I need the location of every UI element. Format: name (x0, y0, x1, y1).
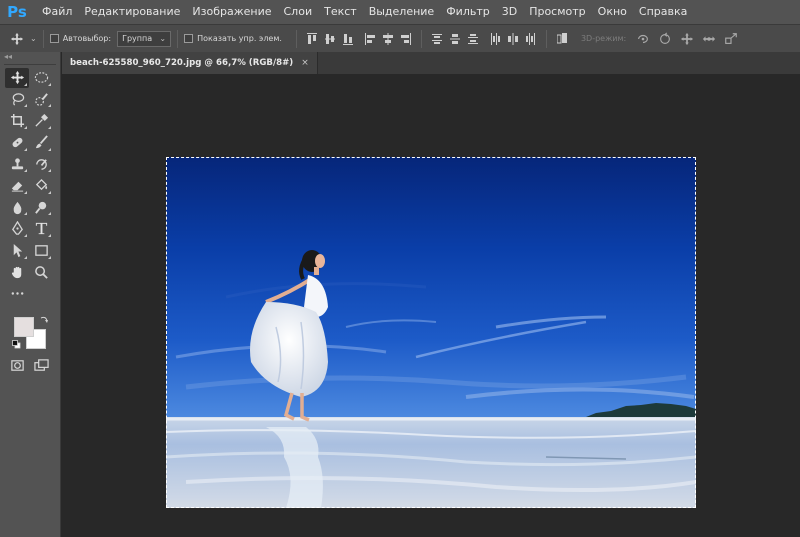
auto-align-layers-icon[interactable] (556, 32, 567, 46)
menu-edit[interactable]: Редактирование (78, 0, 186, 24)
photoshop-logo: Ps (7, 3, 27, 21)
distribute-top-icon[interactable] (431, 32, 442, 46)
align-right-icon[interactable] (400, 32, 411, 46)
menu-layers[interactable]: Слои (278, 0, 319, 24)
document-tab-title: beach-625580_960_720.jpg @ 66,7% (RGB/8#… (70, 58, 294, 68)
distribute-vertical-center-icon[interactable] (449, 32, 460, 46)
show-transform-controls-checkbox[interactable]: Показать упр. элем. (184, 34, 282, 43)
default-colors-icon[interactable] (12, 339, 21, 349)
align-bottom-icon[interactable] (342, 32, 353, 46)
autoselect-target-value: Группа (122, 34, 153, 43)
menu-image[interactable]: Изображение (186, 0, 277, 24)
document-tab[interactable]: beach-625580_960_720.jpg @ 66,7% (RGB/8#… (62, 52, 318, 74)
show-transform-checkbox-box[interactable] (184, 34, 194, 43)
chevron-down-icon[interactable]: ⌄ (30, 34, 37, 43)
menu-type[interactable]: Текст (318, 0, 363, 24)
menu-filter[interactable]: Фильтр (440, 0, 496, 24)
mode-3d-label: 3D-режим: (580, 34, 627, 43)
close-icon[interactable]: × (301, 58, 309, 68)
crop-icon[interactable] (5, 111, 29, 131)
pen-icon[interactable] (5, 219, 29, 239)
scale-3d-icon[interactable] (724, 32, 738, 46)
options-divider (177, 29, 179, 48)
roll-3d-icon[interactable] (658, 32, 672, 46)
options-divider (295, 29, 297, 48)
foreground-color-swatch[interactable] (14, 316, 34, 337)
autoselect-checkbox-box[interactable] (49, 34, 59, 43)
type-icon[interactable] (29, 219, 53, 239)
toolbar-divider (4, 64, 56, 65)
menu-file[interactable]: Файл (36, 0, 78, 24)
menu-view[interactable]: Просмотр (523, 0, 591, 24)
dodge-icon[interactable] (29, 197, 53, 217)
quick-mask-icon[interactable] (5, 356, 29, 376)
options-bar: ⌄ Автовыбор: Группа ⌄ Показать упр. элем… (0, 24, 800, 52)
history-brush-icon[interactable] (29, 154, 53, 174)
drag-3d-icon[interactable] (680, 32, 694, 46)
autoselect-label: Автовыбор: (62, 34, 112, 43)
align-top-icon[interactable] (306, 32, 317, 46)
clone-stamp-icon[interactable] (5, 154, 29, 174)
align-left-icon[interactable] (364, 32, 375, 46)
menu-bar: Ps Файл Редактирование Изображение Слои … (0, 0, 800, 24)
menu-help[interactable]: Справка (633, 0, 693, 24)
menu-3d[interactable]: 3D (496, 0, 523, 24)
rotate-3d-icon[interactable] (636, 32, 650, 46)
autoselect-checkbox[interactable]: Автовыбор: (49, 34, 112, 43)
document-tab-bar: beach-625580_960_720.jpg @ 66,7% (RGB/8#… (62, 52, 800, 74)
document-image[interactable] (166, 157, 696, 508)
rectangle-icon[interactable] (29, 241, 53, 261)
align-vertical-center-icon[interactable] (324, 32, 335, 46)
options-divider (420, 29, 422, 48)
elliptical-marquee-icon[interactable] (29, 68, 53, 88)
slide-3d-icon[interactable] (702, 32, 716, 46)
distribute-left-icon[interactable] (490, 32, 500, 46)
swap-colors-icon[interactable] (40, 315, 49, 324)
screen-mode-icon[interactable] (29, 356, 53, 376)
brush-icon[interactable] (29, 133, 53, 153)
menu-window[interactable]: Окно (592, 0, 633, 24)
align-horizontal-center-icon[interactable] (382, 32, 393, 46)
autoselect-target-select[interactable]: Группа ⌄ (117, 30, 172, 47)
color-swatches (0, 309, 60, 353)
tools-panel: ◂◂ (0, 52, 61, 537)
panel-collapse-icon[interactable]: ◂◂ (0, 52, 60, 62)
paint-bucket-icon[interactable] (29, 176, 53, 196)
path-selection-icon[interactable] (5, 241, 29, 261)
photoshop-window: Ps Файл Редактирование Изображение Слои … (0, 0, 800, 537)
eraser-icon[interactable] (5, 176, 29, 196)
menu-select[interactable]: Выделение (363, 0, 441, 24)
move-tool-icon[interactable] (5, 67, 29, 88)
quick-selection-icon[interactable] (29, 89, 53, 109)
hand-icon[interactable] (5, 262, 29, 282)
options-divider (42, 29, 44, 48)
lasso-icon[interactable] (5, 89, 29, 109)
distribute-right-icon[interactable] (525, 32, 536, 46)
more-tools-icon[interactable] (5, 284, 29, 304)
distribute-bottom-icon[interactable] (467, 32, 478, 46)
zoom-icon[interactable] (29, 262, 53, 282)
distribute-horizontal-center-icon[interactable] (507, 32, 518, 46)
chevron-down-icon: ⌄ (159, 34, 167, 43)
eyedropper-icon[interactable] (29, 111, 53, 131)
move-tool-preset-icon[interactable] (10, 32, 24, 46)
blur-icon[interactable] (5, 197, 29, 217)
show-transform-label: Показать упр. элем. (197, 34, 282, 43)
options-divider (545, 29, 547, 48)
healing-brush-icon[interactable] (5, 133, 29, 153)
